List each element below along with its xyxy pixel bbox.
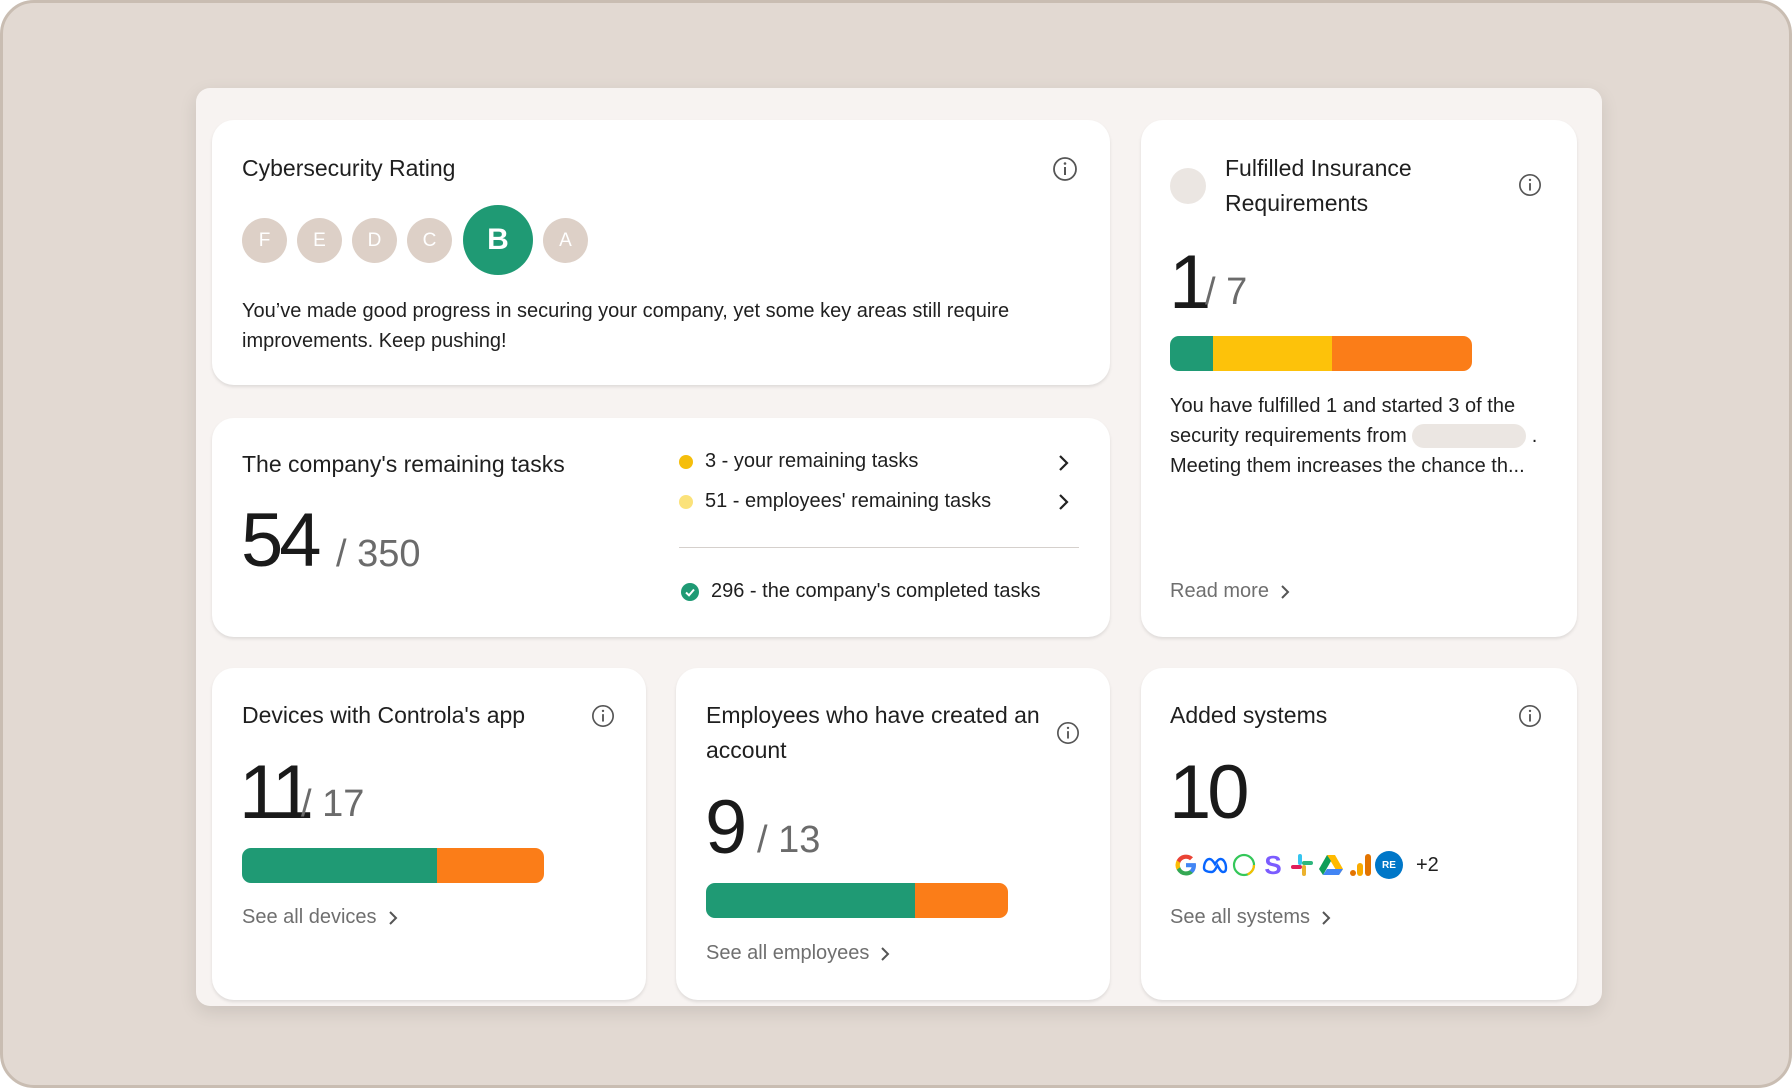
meta-logo-icon — [1202, 857, 1228, 874]
insurance-text-line2-post: . — [1531, 425, 1538, 447]
read-more-label: Read more — [1170, 580, 1269, 602]
chevron-right-icon[interactable] — [1056, 492, 1070, 512]
employees-title-line2: account — [706, 737, 787, 763]
slack-logo-icon — [1291, 854, 1313, 876]
info-icon[interactable] — [1056, 721, 1080, 745]
grade-a: A — [543, 218, 588, 263]
check-circle-icon — [681, 582, 699, 601]
remaining-segment — [1332, 336, 1472, 371]
fulfilled-segment — [1170, 336, 1214, 371]
tasks-remaining-count: 54 — [241, 498, 322, 583]
insurance-title-line1: Fulfilled Insurance — [1225, 155, 1412, 181]
analytics-logo-icon — [1350, 854, 1371, 876]
devices-total: / 17 — [301, 783, 365, 825]
systems-count: 10 — [1169, 750, 1250, 835]
systems-logos: S RE +2 — [1172, 851, 1439, 879]
devices-title: Devices with Controla's app — [242, 702, 526, 728]
grade-b-active: B — [463, 205, 533, 275]
tasks-divider — [679, 547, 1079, 548]
insurance-text-line2: security requirements from . — [1170, 421, 1560, 451]
chevron-right-icon — [388, 910, 397, 925]
rating-title: Cybersecurity Rating — [242, 155, 456, 181]
info-icon[interactable] — [1518, 704, 1542, 728]
svg-text:S: S — [1264, 851, 1281, 879]
systems-title: Added systems — [1170, 702, 1328, 728]
info-icon[interactable] — [591, 704, 615, 728]
your-tasks-label: 3 - your remaining tasks — [705, 450, 919, 472]
insurance-title: Fulfilled Insurance Requirements — [1225, 151, 1412, 221]
employees-title-line1: Employees who have created an — [706, 702, 1040, 728]
chevron-right-icon — [1281, 584, 1290, 599]
see-all-employees-link[interactable]: See all employees — [706, 942, 891, 965]
see-all-employees-label: See all employees — [706, 942, 870, 964]
employees-progress-bar — [706, 883, 1008, 918]
employee-tasks-row[interactable]: 51 - employees' remaining tasks — [679, 490, 991, 513]
see-all-devices-label: See all devices — [242, 906, 377, 928]
grade-d: D — [352, 218, 397, 263]
employees-registered-segment — [706, 883, 916, 918]
read-more-link[interactable]: Read more — [1170, 580, 1291, 603]
devices-progress-bar — [242, 848, 544, 883]
ring-logo-icon — [1232, 853, 1256, 877]
google-logo-icon — [1175, 854, 1196, 876]
re-logo-icon: RE — [1375, 851, 1403, 879]
grade-e: E — [297, 218, 342, 263]
see-all-systems-label: See all systems — [1170, 906, 1311, 928]
s-logo-icon: S — [1264, 851, 1281, 879]
info-icon[interactable] — [1518, 173, 1542, 197]
completed-tasks-row: 296 - the company's completed tasks — [681, 580, 1041, 603]
insurance-title-line2: Requirements — [1225, 190, 1369, 216]
yellow-dot-icon — [679, 454, 693, 469]
more-systems-count: +2 — [1416, 853, 1439, 876]
chevron-right-icon[interactable] — [1056, 453, 1070, 473]
insurance-text-line3: Meeting them increases the chance th... — [1170, 455, 1525, 477]
insurance-text-line2-pre: security requirements from — [1170, 425, 1407, 447]
devices-installed-segment — [242, 848, 438, 883]
see-all-devices-link[interactable]: See all devices — [242, 906, 399, 929]
insurance-fulfilled-count: 1 — [1169, 240, 1211, 325]
see-all-systems-link[interactable]: See all systems — [1170, 906, 1332, 929]
tasks-title: The company's remaining tasks — [242, 451, 565, 477]
grade-f: F — [242, 218, 287, 263]
completed-tasks-label: 296 - the company's completed tasks — [711, 580, 1041, 602]
employee-tasks-label: 51 - employees' remaining tasks — [705, 490, 992, 512]
chevron-right-icon — [1322, 910, 1331, 925]
insurance-avatar — [1170, 168, 1206, 204]
re-logo-text: RE — [1382, 859, 1396, 871]
tasks-total: / 350 — [336, 533, 421, 575]
light-yellow-dot-icon — [679, 494, 693, 509]
redacted-provider — [1411, 424, 1526, 448]
insurance-description: You have fulfilled 1 and started 3 of th… — [1170, 391, 1560, 481]
drive-logo-icon — [1319, 855, 1343, 875]
app-frame: Cybersecurity Rating F E D C B A You’ve … — [0, 0, 1792, 1088]
employees-count: 9 — [705, 785, 747, 870]
grade-c: C — [407, 218, 452, 263]
insurance-total: / 7 — [1205, 271, 1248, 313]
insurance-text-line1: You have fulfilled 1 and started 3 of th… — [1170, 395, 1516, 417]
chevron-right-icon — [881, 946, 890, 961]
your-tasks-row[interactable]: 3 - your remaining tasks — [679, 450, 918, 473]
devices-missing-segment — [437, 848, 544, 883]
insurance-progress-bar — [1170, 336, 1472, 371]
rating-description: You’ve made good progress in securing yo… — [242, 300, 1010, 352]
employees-title: Employees who have created an account — [706, 698, 1040, 768]
info-icon[interactable] — [1052, 156, 1078, 182]
started-segment — [1213, 336, 1333, 371]
employees-missing-segment — [915, 883, 1008, 918]
devices-count: 11 — [239, 750, 314, 835]
employees-total: / 13 — [757, 819, 821, 861]
